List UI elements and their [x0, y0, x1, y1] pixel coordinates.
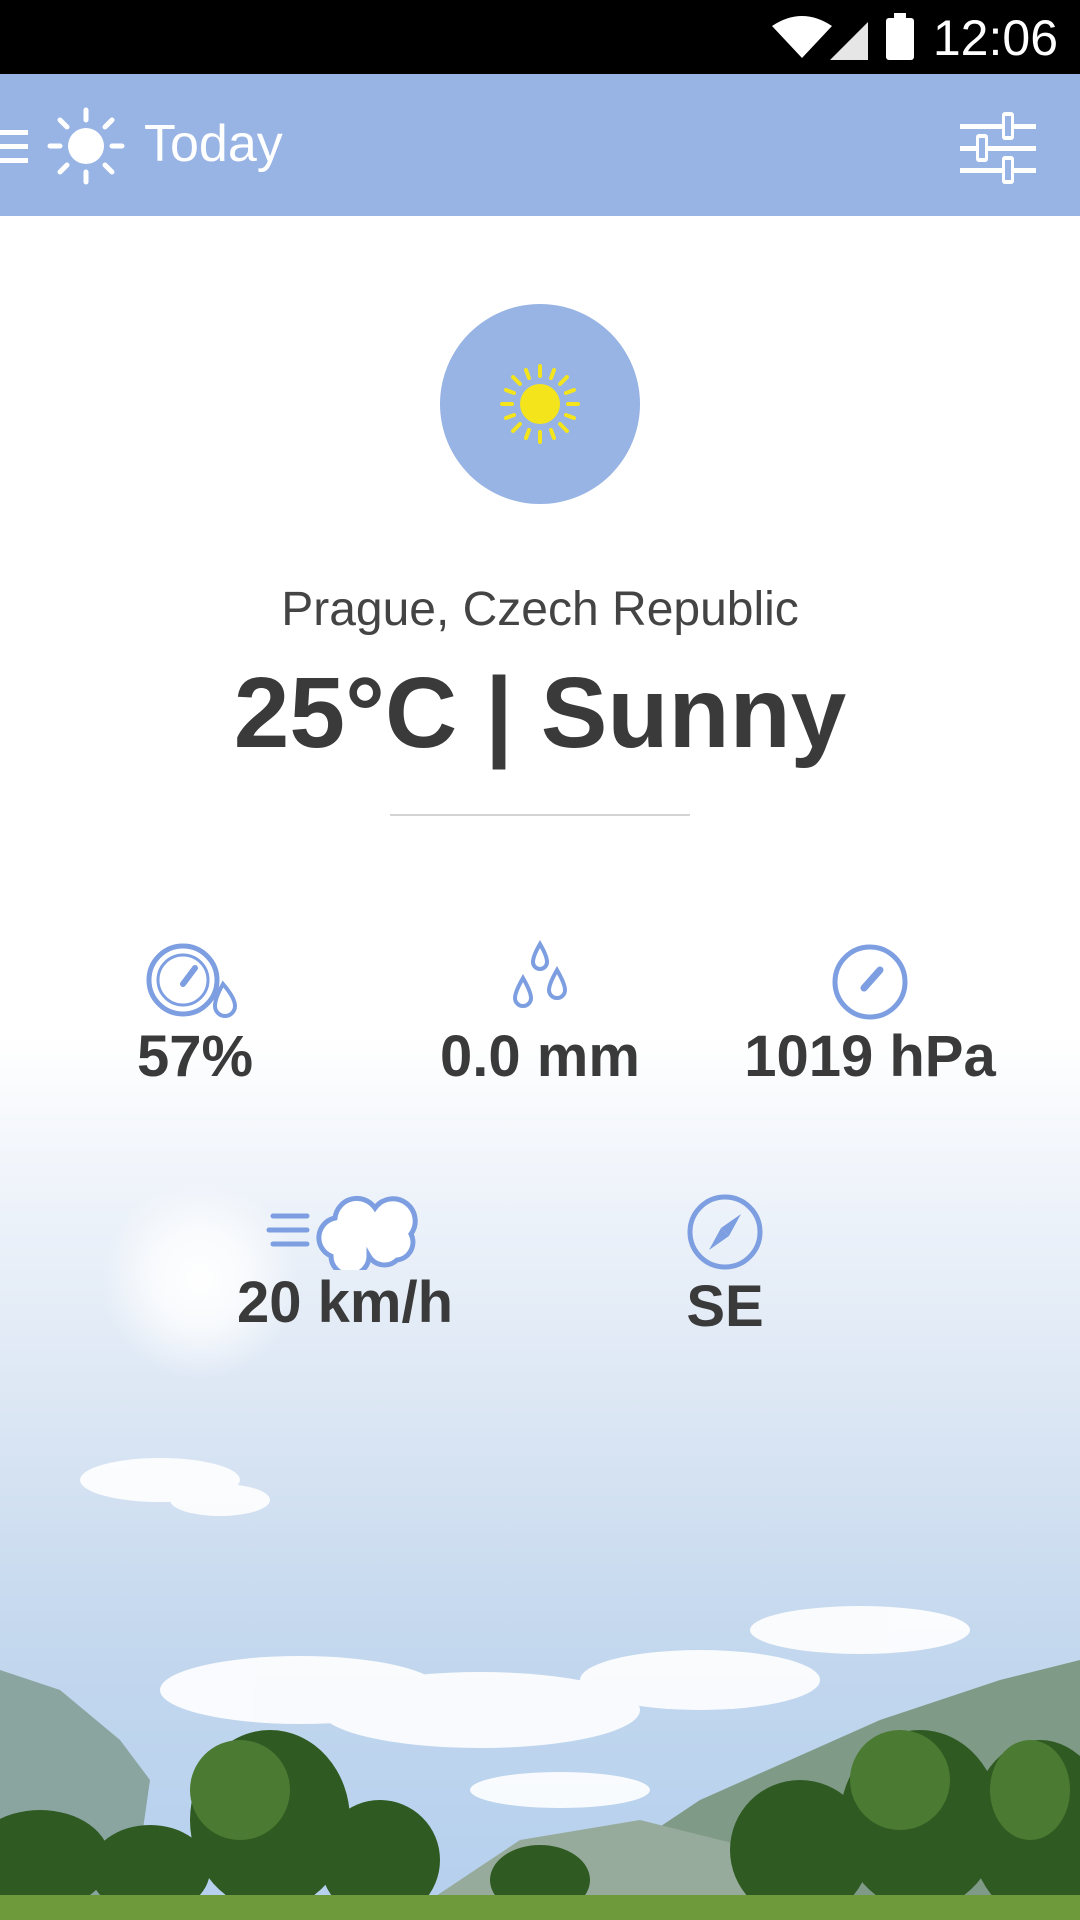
wind-direction-stat: SE [640, 1190, 810, 1340]
signal-icon [830, 22, 868, 60]
compass-icon [687, 1194, 763, 1270]
wind-speed-stat: 20 km/h [220, 1190, 470, 1336]
precipitation-value: 0.0 mm [440, 1024, 640, 1089]
rain-drops-icon [512, 940, 568, 1008]
temperature-condition: 25°C | Sunny [233, 657, 847, 769]
precipitation-stat: 0.0 mm [420, 940, 660, 1090]
divider [390, 814, 690, 816]
landscape-illustration [0, 1458, 1080, 1920]
pressure-value: 1019 hPa [744, 1024, 996, 1089]
menu-icon[interactable] [0, 130, 30, 164]
pressure-gauge-icon [832, 944, 908, 1020]
status-time: 12:06 [932, 10, 1058, 66]
app-bar: Today [0, 74, 1080, 216]
weather-condition-badge [440, 304, 640, 504]
sun-icon [47, 107, 125, 185]
humidity-icon [146, 943, 238, 1018]
pressure-stat: 1019 hPa [740, 940, 1000, 1090]
status-bar: 12:06 [0, 0, 1080, 74]
status-icons [772, 13, 914, 60]
humidity-stat: 57% [110, 940, 280, 1090]
wind-cloud-icon [266, 1196, 418, 1270]
wind-speed-value: 20 km/h [237, 1270, 453, 1335]
location-label: Prague, Czech Republic [281, 583, 799, 636]
battery-icon [886, 13, 914, 60]
sunny-icon [500, 364, 580, 444]
wifi-icon [772, 16, 832, 58]
filter-settings-icon[interactable] [960, 110, 1036, 186]
wind-direction-value: SE [686, 1274, 764, 1339]
app-title: Today [144, 115, 283, 173]
humidity-value: 57% [136, 1024, 254, 1089]
